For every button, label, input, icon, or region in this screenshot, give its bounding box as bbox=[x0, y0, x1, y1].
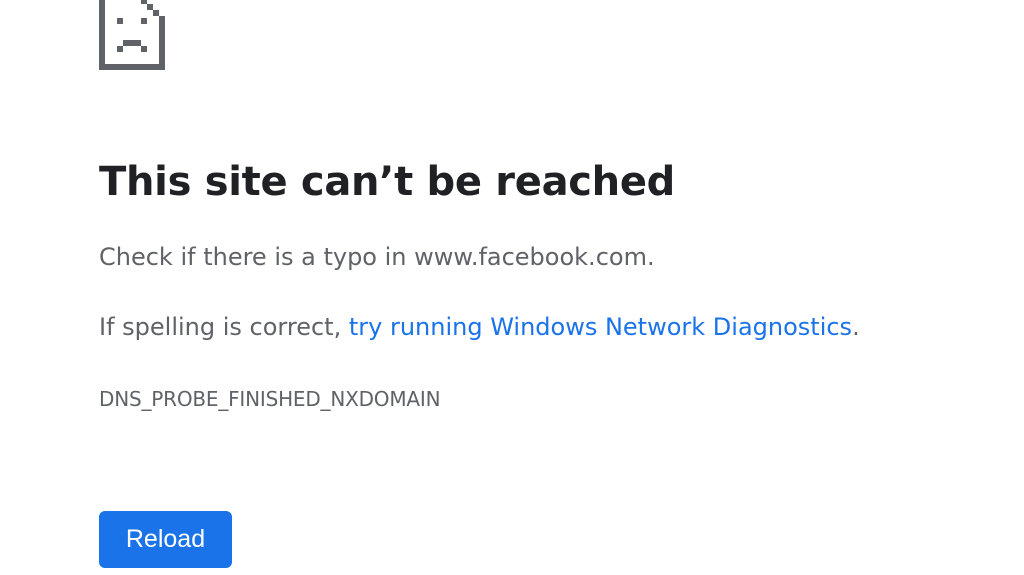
sad-document-icon bbox=[99, 0, 165, 70]
page-title: This site can’t be reached bbox=[99, 159, 676, 205]
error-code: DNS_PROBE_FINISHED_NXDOMAIN bbox=[99, 387, 441, 411]
reload-button[interactable]: Reload bbox=[99, 511, 232, 568]
diagnostics-suffix: . bbox=[852, 313, 860, 341]
typo-message: Check if there is a typo in www.facebook… bbox=[99, 243, 655, 271]
diagnostics-prefix: If spelling is correct, bbox=[99, 313, 349, 341]
diagnostics-message: If spelling is correct, try running Wind… bbox=[99, 311, 860, 343]
network-diagnostics-link[interactable]: try running Windows Network Diagnostics bbox=[349, 313, 852, 341]
